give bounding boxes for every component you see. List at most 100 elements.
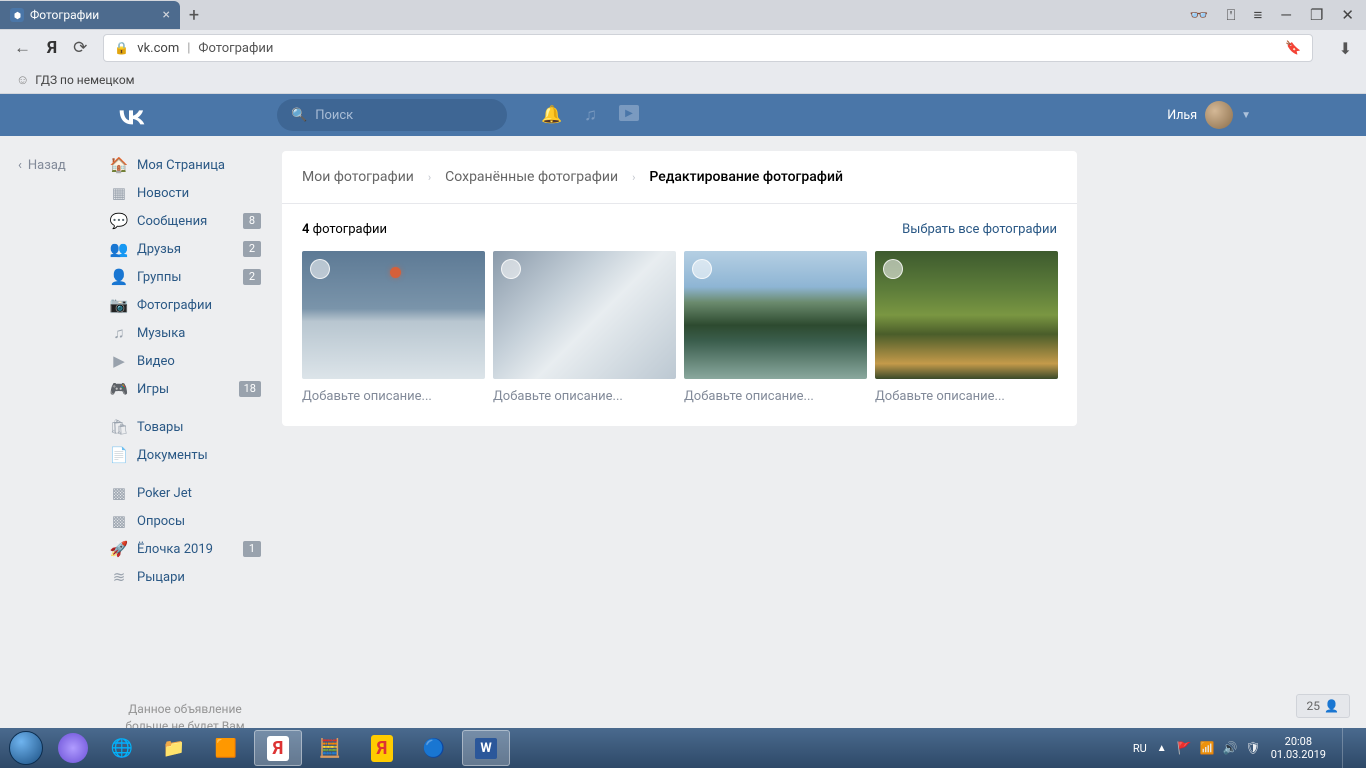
photo-checkbox[interactable]: [883, 259, 903, 279]
show-desktop[interactable]: [1342, 728, 1356, 768]
sidebar-badge: 2: [243, 241, 261, 257]
sidebar-item[interactable]: 🎮Игры18: [103, 375, 267, 403]
photo-thumbnail[interactable]: [493, 251, 676, 379]
sidebar-item[interactable]: ▩Опросы: [103, 507, 267, 535]
lock-icon: 🔒: [114, 41, 129, 55]
sidebar-icon: 🏠: [109, 156, 129, 174]
taskbar-yandex[interactable]: Я: [254, 730, 302, 766]
breadcrumb-current: Редактирование фотографий: [649, 169, 843, 185]
photo-checkbox[interactable]: [692, 259, 712, 279]
photo-card: [684, 251, 867, 404]
window-close-icon[interactable]: ✕: [1341, 6, 1354, 24]
windows-taskbar: 🌐 📁 🟧 Я 🧮 Я 🔵 W RU ▲ 🚩 📶 🔊 🛡 20:08 01.03…: [0, 728, 1366, 768]
tray-flag-icon[interactable]: 🚩: [1177, 741, 1192, 755]
sidebar-item[interactable]: 🛍Товары: [103, 413, 267, 441]
smiley-icon: ☺: [16, 72, 29, 88]
breadcrumb: Мои фотографии › Сохранённые фотографии …: [282, 151, 1077, 204]
minimize-icon[interactable]: —: [1280, 6, 1292, 24]
vk-favicon: [10, 8, 24, 22]
sidebar-label: Друзья: [137, 242, 181, 257]
search-input[interactable]: 🔍 Поиск: [277, 99, 507, 131]
close-icon[interactable]: ×: [163, 7, 170, 23]
user-name: Илья: [1167, 108, 1197, 123]
sidebar-icon: ♫: [109, 324, 129, 342]
photo-description-input[interactable]: [684, 389, 867, 404]
sidebar-item[interactable]: ▦Новости: [103, 179, 267, 207]
photo-description-input[interactable]: [493, 389, 676, 404]
sidebar-icon: 🛍: [109, 418, 129, 436]
sidebar-item[interactable]: ♫Музыка: [103, 319, 267, 347]
sidebar-badge: 8: [243, 213, 261, 229]
menu-icon[interactable]: ≡: [1253, 6, 1262, 24]
taskbar-ie[interactable]: 🌐: [98, 730, 146, 766]
sidebar-icon: ▩: [109, 512, 129, 530]
url-bar[interactable]: 🔒 vk.com | Фотографии 🔖: [103, 34, 1312, 62]
browser-menu-icons: 👓 ⍞ ≡ — ❐ ✕: [1190, 6, 1366, 24]
tray-sound-icon[interactable]: 🔊: [1223, 741, 1238, 755]
photo-checkbox[interactable]: [310, 259, 330, 279]
tray-network-icon[interactable]: 📶: [1200, 741, 1215, 755]
notifications-icon[interactable]: 🔔: [541, 105, 562, 125]
widget-count: 25: [1307, 699, 1321, 713]
browser-tab[interactable]: Фотографии ×: [0, 1, 180, 29]
taskbar-yandex2[interactable]: Я: [358, 730, 406, 766]
chevron-down-icon: ▼: [1241, 110, 1251, 121]
select-all-link[interactable]: Выбрать все фотографии: [902, 222, 1057, 237]
reload-icon[interactable]: ⟳: [73, 38, 87, 58]
taskbar-word[interactable]: W: [462, 730, 510, 766]
bookmark-star-icon[interactable]: 🔖: [1285, 41, 1301, 56]
sidebar: 🏠Моя Страница▦Новости💬Сообщения8👥Друзья2…: [103, 151, 267, 751]
user-menu[interactable]: Илья ▼: [1167, 101, 1263, 129]
taskbar-explorer[interactable]: 📁: [150, 730, 198, 766]
photo-thumbnail[interactable]: [875, 251, 1058, 379]
bookmark-link[interactable]: ГДЗ по немецком: [35, 73, 134, 87]
sidebar-item[interactable]: ≋Рыцари: [103, 563, 267, 591]
friends-counter-widget[interactable]: 25 👤: [1296, 694, 1350, 718]
vk-logo[interactable]: [115, 105, 147, 125]
yandex-icon[interactable]: Я: [47, 38, 57, 58]
main-content: Мои фотографии › Сохранённые фотографии …: [282, 151, 1077, 751]
photo-thumbnail[interactable]: [684, 251, 867, 379]
music-icon[interactable]: ♫: [584, 105, 597, 125]
download-icon[interactable]: ⬇: [1339, 39, 1352, 58]
sidebar-item[interactable]: 📄Документы: [103, 441, 267, 469]
photo-checkbox[interactable]: [501, 259, 521, 279]
taskbar-calc[interactable]: 🧮: [306, 730, 354, 766]
new-tab-button[interactable]: +: [180, 5, 208, 26]
photo-thumbnail[interactable]: [302, 251, 485, 379]
tray-lang[interactable]: RU: [1133, 742, 1147, 755]
breadcrumb-my-photos[interactable]: Мои фотографии: [302, 169, 414, 185]
sidebar-item[interactable]: 🏠Моя Страница: [103, 151, 267, 179]
sidebar-item[interactable]: 👤Группы2: [103, 263, 267, 291]
maximize-icon[interactable]: ❐: [1310, 6, 1323, 24]
tray-arrow-icon[interactable]: ▲: [1157, 743, 1167, 754]
sidebar-item[interactable]: 💬Сообщения8: [103, 207, 267, 235]
sidebar-badge: 2: [243, 269, 261, 285]
breadcrumb-saved-photos[interactable]: Сохранённые фотографии: [445, 169, 618, 185]
sidebar-label: Новости: [137, 186, 189, 201]
sidebar-item[interactable]: ▶Видео: [103, 347, 267, 375]
sidebar-item[interactable]: 👥Друзья2: [103, 235, 267, 263]
sidebar-label: Документы: [137, 448, 208, 463]
photo-description-input[interactable]: [302, 389, 485, 404]
sidebar-item[interactable]: 📷Фотографии: [103, 291, 267, 319]
sidebar-icon: ▩: [109, 484, 129, 502]
tab-title: Фотографии: [30, 8, 99, 22]
video-icon[interactable]: ▶: [619, 105, 639, 121]
incognito-icon[interactable]: 👓: [1190, 6, 1209, 24]
taskbar-cortana[interactable]: [58, 733, 88, 763]
sidebar-item[interactable]: ▩Poker Jet: [103, 479, 267, 507]
back-icon[interactable]: ←: [14, 38, 31, 58]
bookmarks-icon[interactable]: ⍞: [1226, 6, 1235, 24]
url-domain: vk.com: [137, 41, 179, 56]
tray-clock[interactable]: 20:08 01.03.2019: [1271, 735, 1326, 761]
start-button[interactable]: [6, 729, 46, 767]
taskbar-media[interactable]: 🟧: [202, 730, 250, 766]
sidebar-item[interactable]: 🚀Ёлочка 20191: [103, 535, 267, 563]
back-link[interactable]: ‹ Назад: [18, 158, 66, 173]
sidebar-label: Фотографии: [137, 298, 212, 313]
tray-shield-icon[interactable]: 🛡: [1246, 741, 1261, 755]
taskbar-chrome[interactable]: 🔵: [410, 730, 458, 766]
photo-description-input[interactable]: [875, 389, 1058, 404]
sidebar-label: Видео: [137, 354, 175, 369]
